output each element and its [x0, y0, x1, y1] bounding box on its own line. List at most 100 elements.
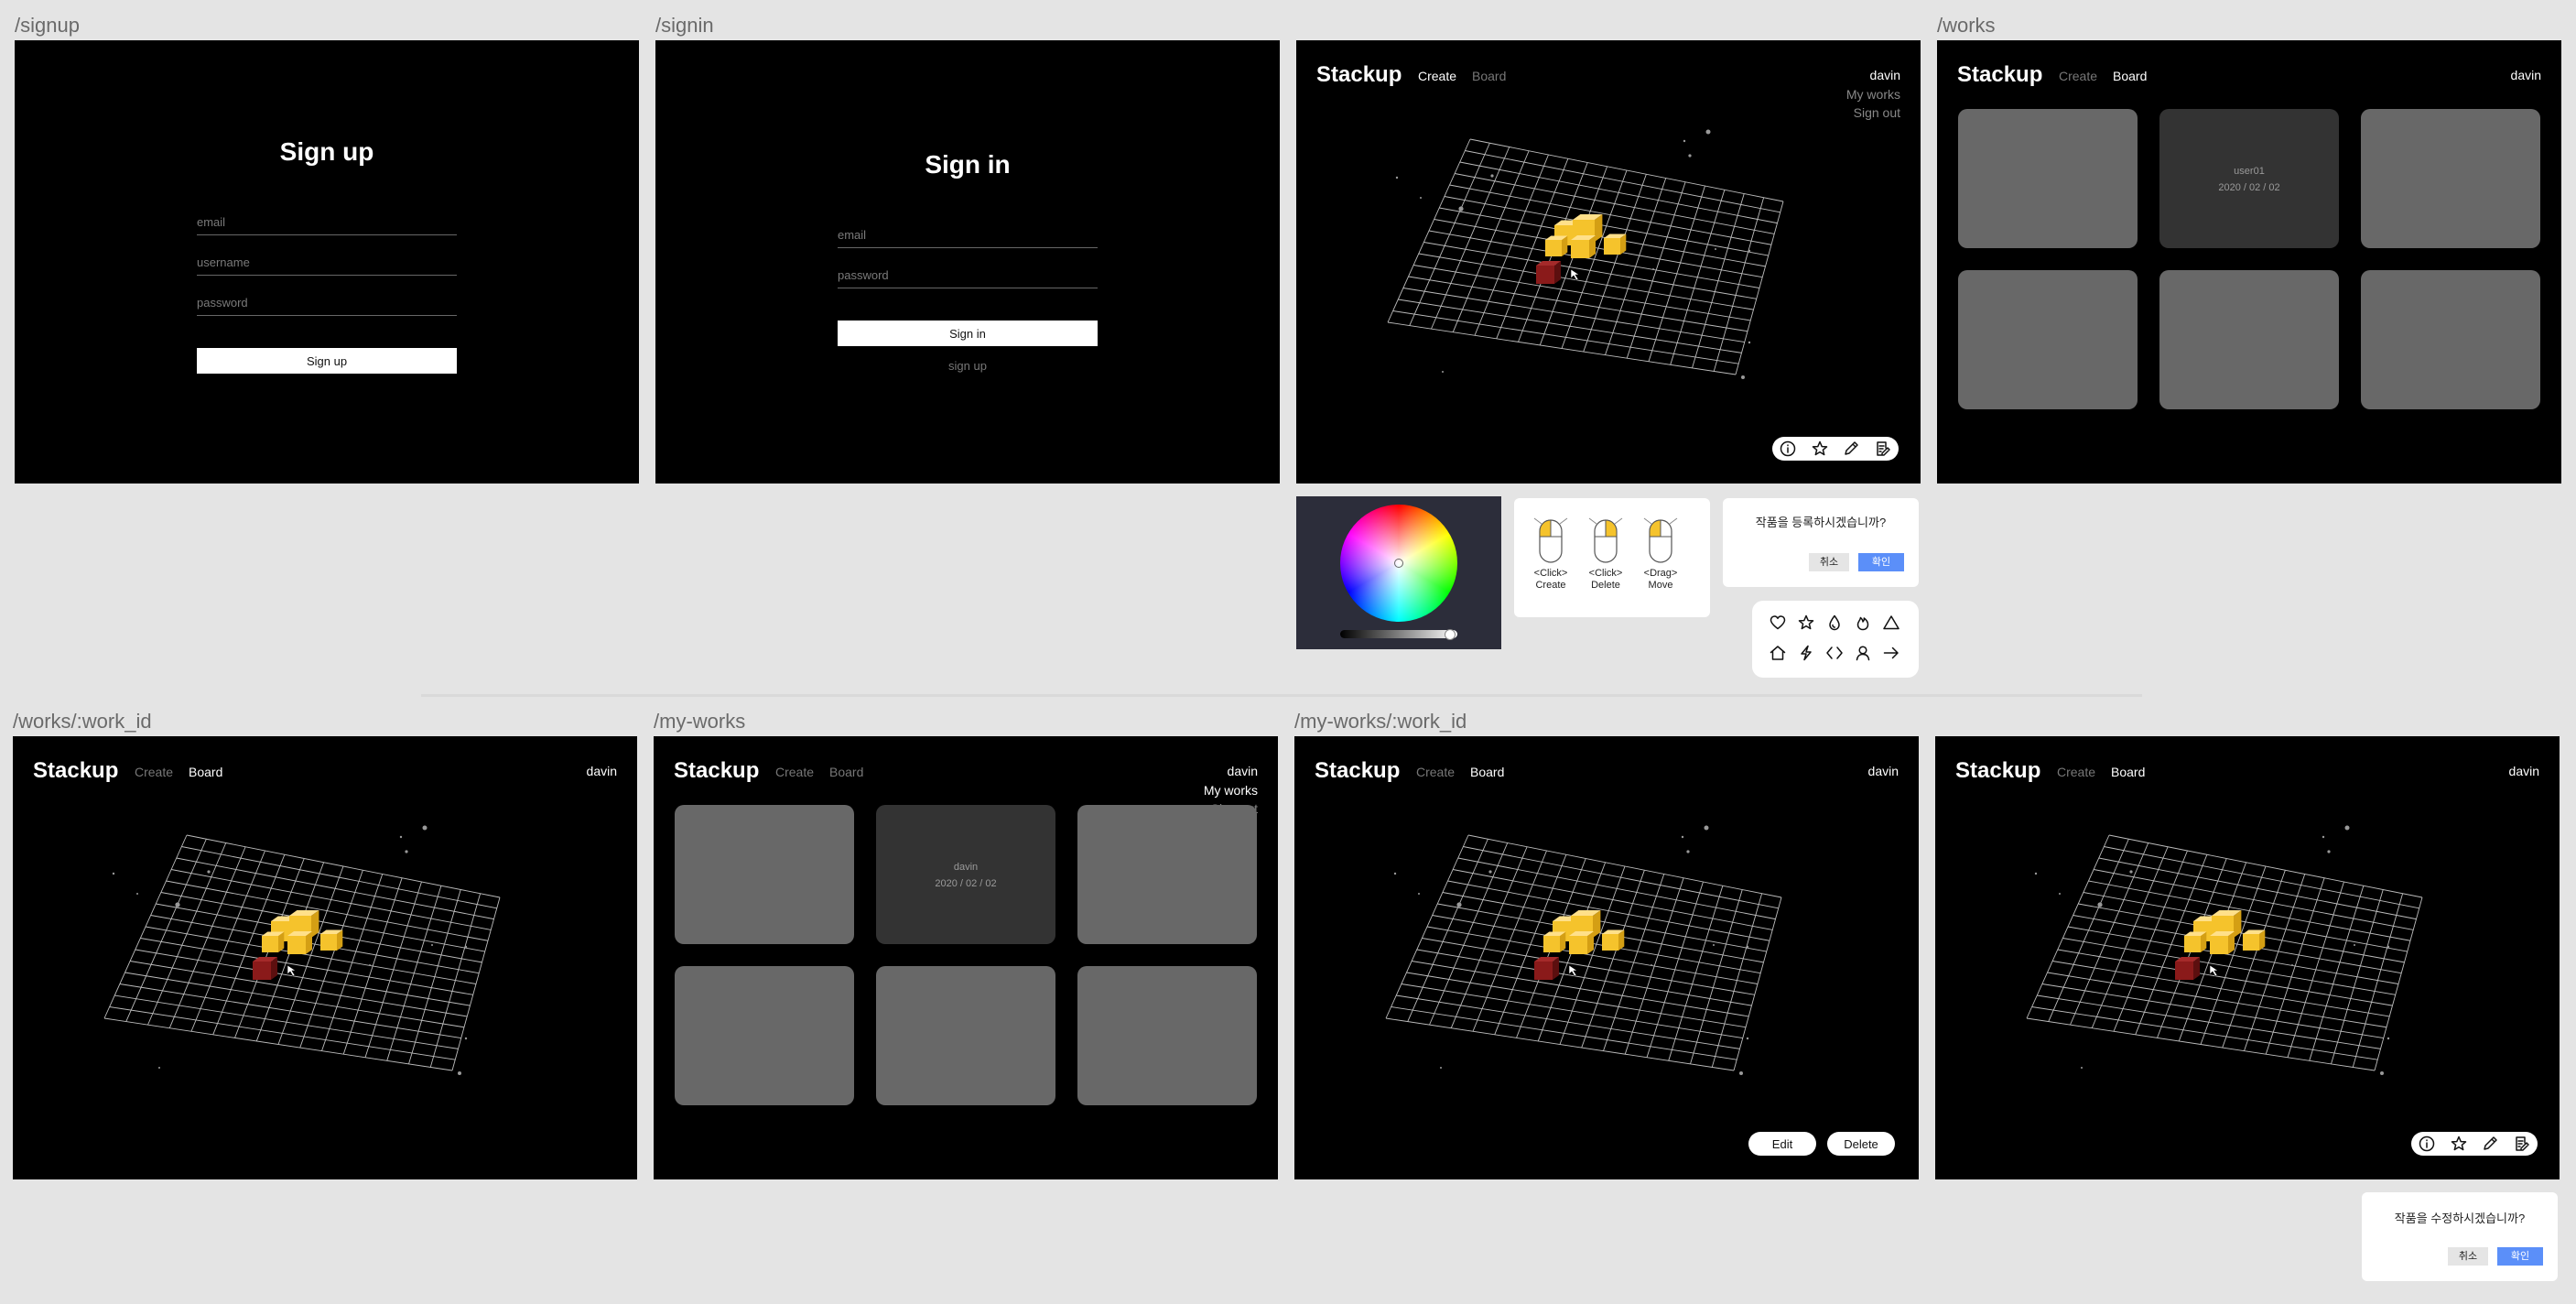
work-card[interactable] — [1077, 966, 1257, 1105]
drop-icon — [1829, 614, 1840, 631]
mouse-result-label: Move — [1648, 580, 1673, 591]
edit-confirm-button[interactable]: 확인 — [2497, 1247, 2543, 1266]
drop-icon[interactable] — [1825, 614, 1844, 632]
flame-icon[interactable] — [1854, 614, 1872, 632]
block-cube — [1569, 931, 1594, 954]
route-label-signup: /signup — [15, 14, 80, 37]
work-card-user: davin — [953, 862, 979, 873]
menu-my-works[interactable]: My works — [1204, 783, 1258, 798]
username[interactable]: davin — [1228, 764, 1258, 778]
block-cube-preview — [2175, 957, 2200, 980]
house-icon — [1770, 646, 1786, 660]
brightness-slider-handle[interactable] — [1445, 629, 1456, 640]
3d-canvas[interactable] — [13, 736, 637, 1179]
star-particle — [2034, 872, 2038, 875]
signin-button[interactable]: Sign in — [838, 321, 1098, 346]
nav-board[interactable]: Board — [2113, 69, 2147, 83]
star-particle — [369, 964, 371, 966]
app-title[interactable]: Stackup — [674, 758, 759, 784]
brightness-slider[interactable] — [1340, 630, 1457, 638]
tool-toolbar — [1772, 437, 1899, 461]
work-card[interactable] — [1077, 805, 1257, 944]
diamond-icon[interactable] — [1825, 644, 1844, 662]
3d-canvas[interactable] — [1296, 40, 1921, 484]
register-dialog-message: 작품을 등록하시겠습니까? — [1755, 516, 1887, 529]
work-card[interactable] — [2361, 109, 2540, 248]
signin-screen: Sign in Sign in sign up — [655, 40, 1280, 484]
mouse-help-item: <Click> Delete — [1584, 515, 1628, 592]
star-icon — [1812, 440, 1827, 456]
work-card[interactable] — [1958, 109, 2138, 248]
register-cancel-button[interactable]: 취소 — [1809, 553, 1849, 571]
eyedropper-icon[interactable] — [2481, 1135, 2499, 1153]
edit-icon[interactable] — [2513, 1135, 2531, 1153]
eyedropper-icon[interactable] — [1842, 440, 1860, 458]
nav-create[interactable]: Create — [2059, 69, 2097, 83]
mouse-help-panel: <Click> Create <Click> Delete <Drag> Move — [1514, 498, 1710, 617]
work-card[interactable] — [675, 966, 854, 1105]
star-icon[interactable] — [2450, 1135, 2468, 1153]
house-icon[interactable] — [1769, 644, 1787, 662]
info-icon[interactable] — [2418, 1135, 2436, 1153]
star-icon[interactable] — [1797, 614, 1815, 632]
star-icon[interactable] — [1811, 440, 1829, 458]
3d-canvas[interactable] — [1935, 736, 2560, 1179]
password-field[interactable] — [197, 295, 457, 316]
info-icon — [2419, 1136, 2435, 1152]
password-input[interactable] — [838, 268, 1098, 282]
edit-cancel-button[interactable]: 취소 — [2448, 1247, 2488, 1266]
mouse-icon — [1588, 517, 1623, 563]
grid-scene — [1385, 825, 1782, 1075]
star-particle — [1395, 176, 1399, 179]
lightning-icon[interactable] — [1797, 644, 1815, 662]
username[interactable]: davin — [2511, 68, 2541, 82]
email-input[interactable] — [197, 215, 457, 229]
work-card[interactable]: davin 2020 / 02 / 02 — [876, 805, 1055, 944]
work-card[interactable] — [2361, 270, 2540, 409]
username-field[interactable] — [197, 255, 457, 276]
heart-icon[interactable] — [1769, 614, 1787, 632]
delete-button[interactable]: Delete — [1827, 1132, 1895, 1156]
work-card[interactable] — [2159, 270, 2339, 409]
color-wheel-handle[interactable] — [1394, 559, 1403, 568]
block-cube-preview — [253, 957, 277, 980]
person-icon[interactable] — [1854, 644, 1872, 662]
triangle-icon[interactable] — [1882, 614, 1900, 632]
block-cube — [262, 931, 285, 952]
work-card[interactable] — [1958, 270, 2138, 409]
email-input[interactable] — [838, 228, 1098, 242]
password-field[interactable] — [838, 267, 1098, 288]
nav-create[interactable]: Create — [775, 765, 814, 779]
email-field[interactable] — [838, 227, 1098, 248]
edit-button[interactable]: Edit — [1748, 1132, 1816, 1156]
star-particle — [1393, 872, 1397, 875]
flame-icon — [1856, 616, 1869, 631]
info-icon[interactable] — [1779, 440, 1797, 458]
arrow-right-icon[interactable] — [1882, 644, 1900, 662]
email-field[interactable] — [197, 214, 457, 235]
mouse-action-label: <Drag> — [1643, 568, 1678, 579]
star-particle — [2059, 893, 2061, 895]
block-cube-preview — [1536, 261, 1561, 284]
work-card[interactable] — [675, 805, 854, 944]
signup-link[interactable]: sign up — [838, 359, 1098, 373]
3d-canvas[interactable] — [1294, 736, 1919, 1179]
username-input[interactable] — [197, 255, 457, 269]
work-card[interactable]: user01 2020 / 02 / 02 — [2159, 109, 2339, 248]
route-label-my-work-detail: /my-works/:work_id — [1294, 710, 1467, 733]
app-title[interactable]: Stackup — [1957, 62, 2042, 88]
signup-button[interactable]: Sign up — [197, 348, 457, 374]
eyedropper-icon — [2484, 1136, 2497, 1150]
mouse-action-label: <Click> — [1588, 568, 1623, 579]
nav-board[interactable]: Board — [829, 765, 863, 779]
signup-title: Sign up — [279, 137, 374, 166]
block-cube — [1604, 234, 1627, 255]
work-card[interactable] — [876, 966, 1055, 1105]
edit-icon[interactable] — [1874, 440, 1892, 458]
register-confirm-button[interactable]: 확인 — [1858, 553, 1904, 571]
work-card-date: 2020 / 02 / 02 — [935, 878, 997, 889]
star-particle — [112, 872, 115, 875]
block-cube — [1571, 235, 1596, 258]
star-particle — [1748, 249, 1751, 253]
password-input[interactable] — [197, 296, 457, 310]
